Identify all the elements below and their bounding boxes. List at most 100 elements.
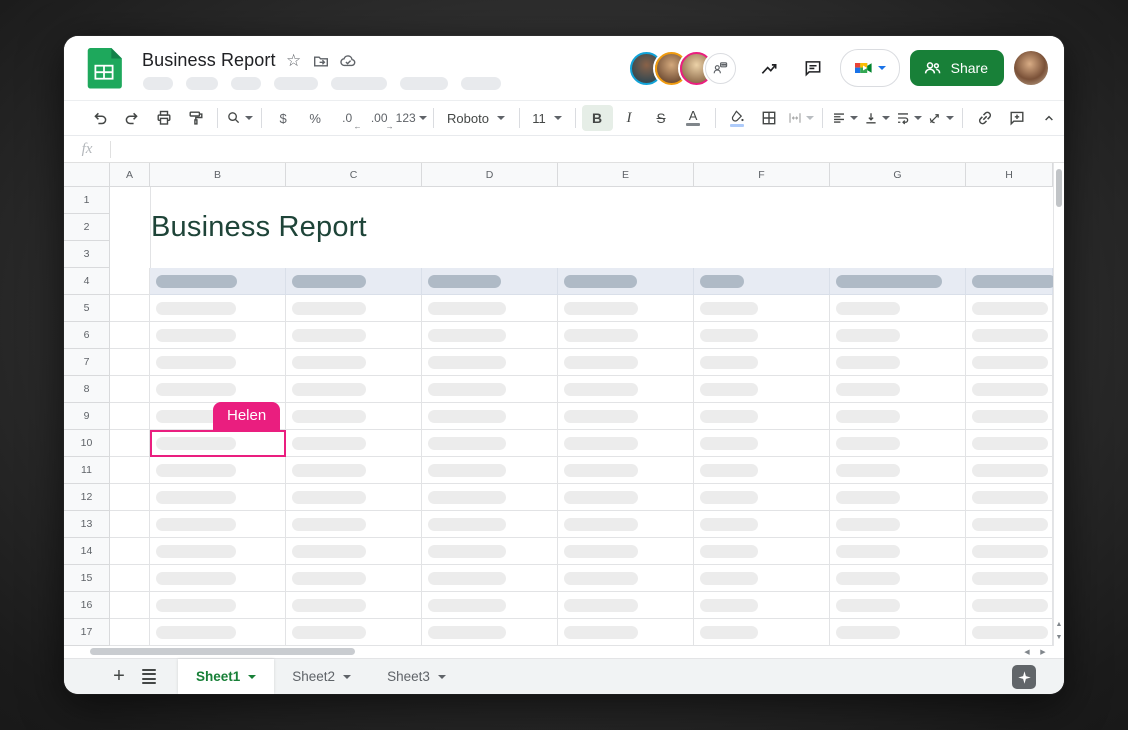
grid-cell[interactable]: [694, 187, 830, 214]
row-header[interactable]: 10: [64, 430, 110, 457]
grid-cell[interactable]: [830, 619, 966, 646]
star-icon[interactable]: ☆: [285, 51, 303, 70]
grid-cell[interactable]: [110, 457, 150, 484]
grid-cell[interactable]: [966, 376, 1053, 403]
row-header[interactable]: 6: [64, 322, 110, 349]
grid-cell[interactable]: [694, 403, 830, 430]
grid-cell[interactable]: [422, 376, 558, 403]
tab-menu-caret[interactable]: [248, 674, 257, 683]
grid-cell[interactable]: [150, 214, 286, 241]
text-color-button[interactable]: A: [678, 105, 709, 131]
grid-cell[interactable]: [110, 376, 150, 403]
grid-cell[interactable]: [966, 349, 1053, 376]
grid-cell[interactable]: [150, 295, 286, 322]
grid-cell[interactable]: [830, 295, 966, 322]
formula-input[interactable]: [111, 136, 1064, 162]
grid-cell[interactable]: [110, 187, 150, 214]
grid-cell[interactable]: [830, 403, 966, 430]
grid-cell[interactable]: [830, 430, 966, 457]
grid-cell[interactable]: [694, 322, 830, 349]
grid-cell[interactable]: [966, 241, 1053, 268]
grid-cell[interactable]: [110, 511, 150, 538]
grid-cell[interactable]: [694, 295, 830, 322]
font-size-select[interactable]: 11: [525, 105, 568, 131]
grid-cell[interactable]: [830, 376, 966, 403]
grid-cell[interactable]: [558, 268, 694, 295]
font-family-select[interactable]: Roboto: [439, 105, 512, 131]
grid-cell[interactable]: [558, 376, 694, 403]
grid-cell[interactable]: [150, 457, 286, 484]
scroll-up-button[interactable]: ▲: [1054, 618, 1064, 631]
grid-cell[interactable]: [110, 268, 150, 295]
grid-cell[interactable]: [110, 484, 150, 511]
row-header[interactable]: 12: [64, 484, 110, 511]
grid-cell[interactable]: [110, 565, 150, 592]
grid-cell[interactable]: [150, 349, 286, 376]
grid-cell[interactable]: [422, 538, 558, 565]
vertical-scrollbar-thumb[interactable]: [1056, 169, 1062, 207]
grid-cell[interactable]: [422, 349, 558, 376]
add-sheet-button[interactable]: +: [104, 662, 134, 692]
follow-presenter-icon[interactable]: [704, 52, 736, 84]
row-header[interactable]: 15: [64, 565, 110, 592]
row-header[interactable]: 8: [64, 376, 110, 403]
toolbar-collapse-button[interactable]: [1033, 105, 1064, 131]
grid-cell[interactable]: [558, 565, 694, 592]
document-title[interactable]: Business Report: [142, 50, 276, 71]
print-button[interactable]: [148, 105, 179, 131]
grid-cell[interactable]: [150, 241, 286, 268]
grid-cell[interactable]: [286, 484, 422, 511]
fill-color-button[interactable]: [721, 105, 752, 131]
decrease-decimal-button[interactable]: .0 ←: [332, 105, 363, 131]
grid-cell[interactable]: [966, 538, 1053, 565]
grid-cell[interactable]: [150, 268, 286, 295]
grid-cell[interactable]: [558, 322, 694, 349]
grid-cell[interactable]: [422, 403, 558, 430]
grid-cell[interactable]: [286, 592, 422, 619]
grid-cell[interactable]: [966, 187, 1053, 214]
grid-cell[interactable]: [150, 538, 286, 565]
grid-cell[interactable]: [966, 484, 1053, 511]
column-header[interactable]: F: [694, 163, 830, 187]
grid-cell[interactable]: [286, 241, 422, 268]
vertical-scrollbar[interactable]: ▲ ▼: [1053, 163, 1064, 646]
grid-cell[interactable]: [830, 322, 966, 349]
grid-cell[interactable]: [694, 376, 830, 403]
grid-cell[interactable]: [694, 241, 830, 268]
grid-cell[interactable]: [694, 565, 830, 592]
merge-cells-caret[interactable]: [806, 116, 815, 124]
grid-cell[interactable]: [286, 403, 422, 430]
move-to-folder-icon[interactable]: [312, 52, 330, 70]
row-header[interactable]: 1: [64, 187, 110, 214]
format-currency-button[interactable]: $: [268, 105, 299, 131]
text-wrap-button[interactable]: [893, 105, 924, 131]
zoom-dropdown-caret[interactable]: [244, 116, 253, 124]
grid-cell[interactable]: [966, 619, 1053, 646]
grid-cell[interactable]: [830, 484, 966, 511]
grid-cell[interactable]: [422, 214, 558, 241]
grid-cell[interactable]: [966, 565, 1053, 592]
grid-cell[interactable]: [422, 241, 558, 268]
row-header[interactable]: 13: [64, 511, 110, 538]
grid-cell[interactable]: [110, 241, 150, 268]
grid-cell[interactable]: [966, 295, 1053, 322]
grid-cell[interactable]: [558, 295, 694, 322]
grid-cell[interactable]: [830, 241, 966, 268]
grid-cell[interactable]: [110, 349, 150, 376]
row-header[interactable]: 11: [64, 457, 110, 484]
scroll-left-button[interactable]: ◀: [1020, 647, 1034, 657]
grid-cell[interactable]: [422, 187, 558, 214]
share-button[interactable]: Share: [909, 50, 1004, 86]
text-rotation-button[interactable]: [925, 105, 956, 131]
row-header[interactable]: 9: [64, 403, 110, 430]
row-header[interactable]: 5: [64, 295, 110, 322]
paint-format-button[interactable]: [180, 105, 211, 131]
bold-button[interactable]: B: [581, 105, 613, 131]
grid-cell[interactable]: [558, 349, 694, 376]
column-header[interactable]: G: [830, 163, 966, 187]
row-header[interactable]: 2: [64, 214, 110, 241]
grid-cell[interactable]: [150, 187, 286, 214]
column-header[interactable]: E: [558, 163, 694, 187]
insert-link-button[interactable]: [969, 105, 1000, 131]
grid-cell[interactable]: [286, 376, 422, 403]
